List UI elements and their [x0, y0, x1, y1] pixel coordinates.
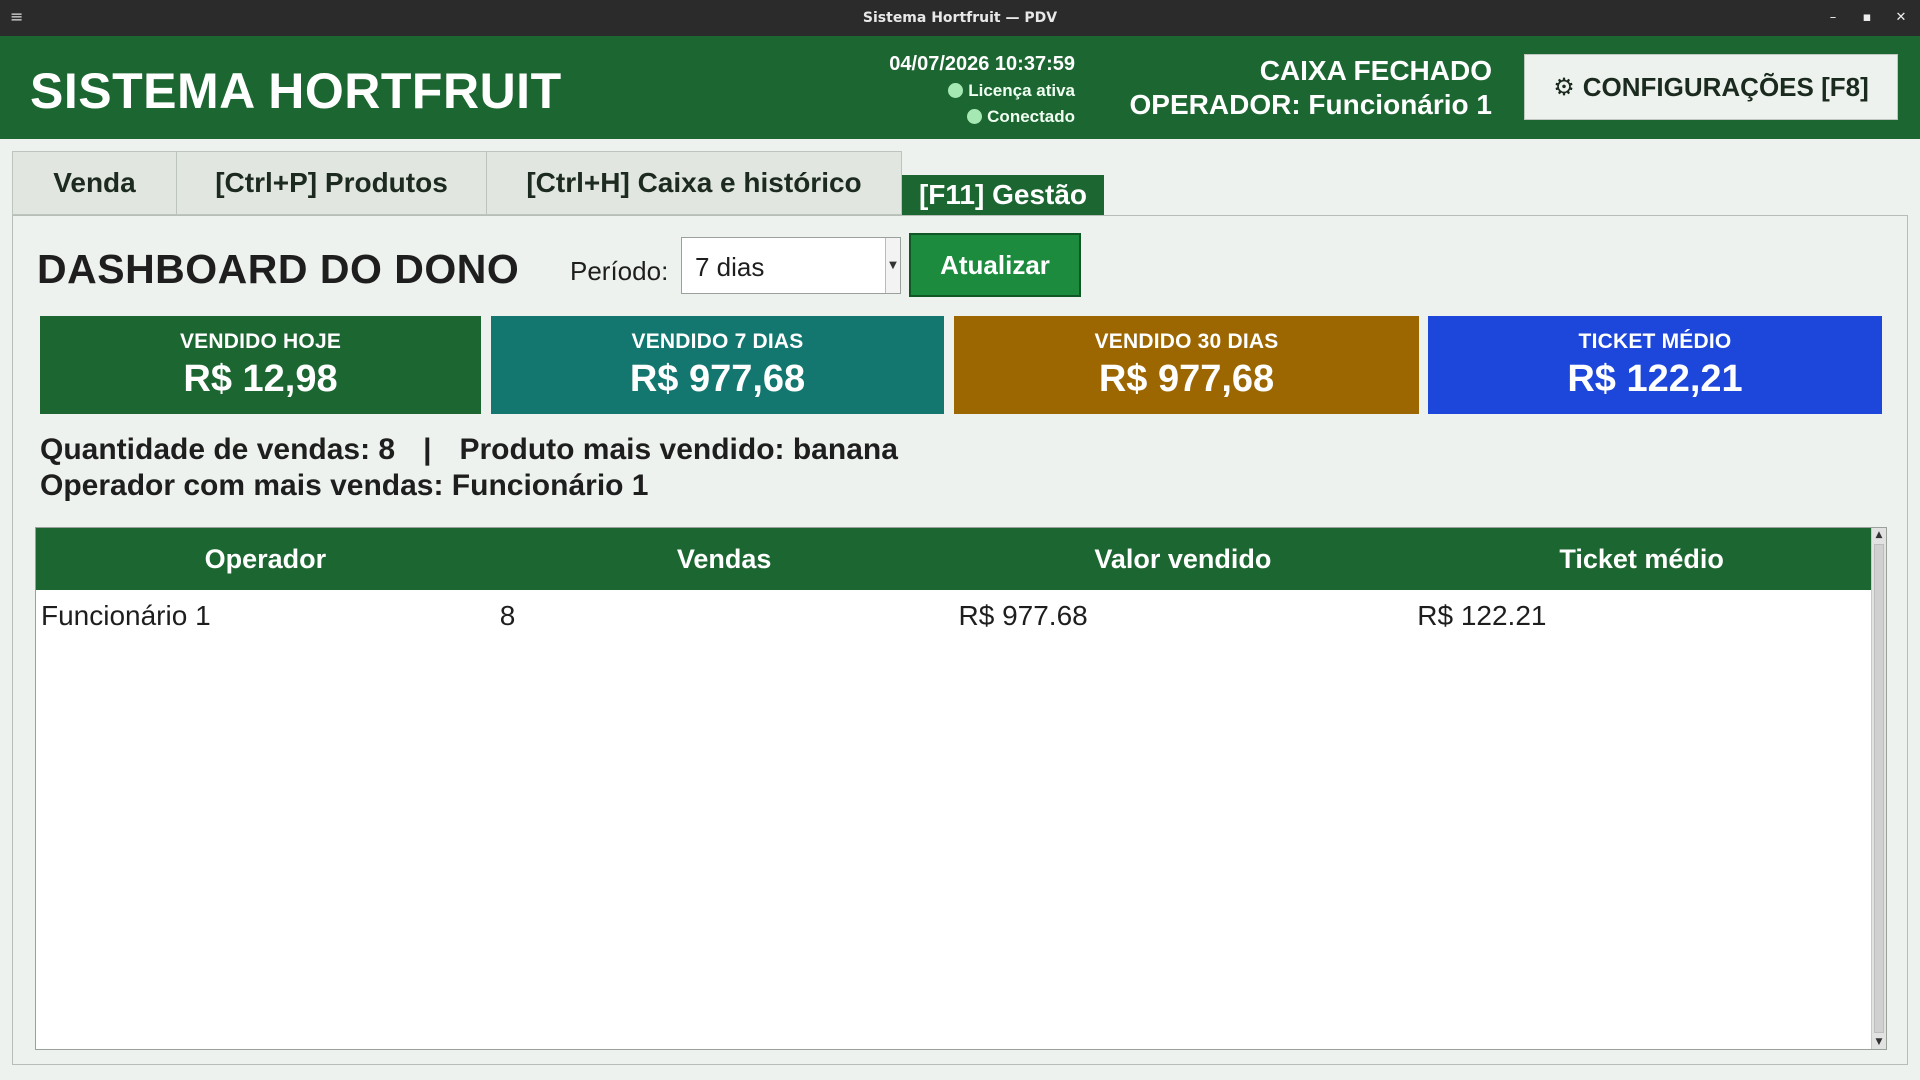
license-status-text: Licença ativa: [968, 81, 1075, 100]
summary-block: Quantidade de vendas: 8 | Produto mais ven…: [40, 432, 898, 504]
table-cell: 8: [499, 600, 516, 631]
operator-label: OPERADOR: Funcionário 1: [1129, 89, 1492, 120]
scrollbar-thumb[interactable]: [1874, 544, 1884, 1033]
column-header-valor-vendido[interactable]: Valor vendido: [954, 528, 1413, 590]
card-value: R$ 977,68: [1098, 358, 1275, 400]
tab-caixa-historico[interactable]: [Ctrl+H] Caixa e histórico: [486, 151, 902, 215]
datetime: 04/07/2026 10:37:59: [889, 53, 1075, 75]
period-select[interactable]: 7 dias ▼: [681, 237, 901, 294]
cash-status: CAIXA FECHADO: [1259, 55, 1492, 86]
update-button[interactable]: Atualizar: [909, 233, 1081, 297]
card-average-ticket: TICKET MÉDIO R$ 122,21: [1428, 316, 1882, 414]
summary-separator: |: [423, 433, 432, 466]
close-icon[interactable]: ✕: [1889, 6, 1913, 30]
settings-button-label: CONFIGURAÇÕES [F8]: [1582, 71, 1869, 102]
license-indicator-icon: [948, 83, 964, 98]
table-header: Operador Vendas Valor vendido Ticket méd…: [36, 528, 1871, 590]
app-header: SISTEMA HORTFRUIT 04/07/2026 10:37:59 Li…: [0, 36, 1920, 139]
maximize-icon[interactable]: ▪: [1855, 6, 1879, 30]
scroll-up-icon[interactable]: ▲: [1872, 528, 1886, 542]
card-label: VENDIDO 7 DIAS: [631, 330, 804, 353]
app-title: SISTEMA HORTFRUIT: [30, 63, 562, 119]
connection-status: Conectado: [889, 104, 1075, 130]
app-window: SISTEMA HORTFRUIT 04/07/2026 10:37:59 Li…: [0, 36, 1920, 1080]
gear-icon: ⚙: [1553, 73, 1575, 101]
scroll-down-icon[interactable]: ▼: [1872, 1035, 1886, 1049]
card-label: VENDIDO HOJE: [179, 330, 342, 353]
top-product: Produto mais vendido: banana: [459, 433, 898, 466]
tab-venda[interactable]: Venda: [12, 151, 177, 215]
settings-button[interactable]: ⚙ CONFIGURAÇÕES [F8]: [1524, 54, 1898, 120]
card-sold-7-days: VENDIDO 7 DIAS R$ 977,68: [491, 316, 944, 414]
summary-line-1: Quantidade de vendas: 8 | Produto mais ven…: [40, 432, 898, 468]
card-value: R$ 977,68: [629, 358, 806, 400]
window-title: Sistema Hortfruit — PDV: [862, 10, 1058, 26]
column-header-operador[interactable]: Operador: [36, 528, 495, 590]
operators-table: Operador Vendas Valor vendido Ticket méd…: [35, 527, 1887, 1050]
connection-status-text: Conectado: [987, 107, 1075, 126]
column-header-ticket-medio[interactable]: Ticket médio: [1412, 528, 1871, 590]
chevron-down-icon[interactable]: ▼: [885, 238, 900, 293]
period-select-value: 7 dias: [695, 252, 765, 282]
column-header-vendas[interactable]: Vendas: [495, 528, 954, 590]
license-status: Licença ativa: [889, 78, 1075, 104]
period-label: Período:: [570, 256, 669, 286]
card-sold-30-days: VENDIDO 30 DIAS R$ 977,68: [954, 316, 1419, 414]
window-titlebar: ≡ Sistema Hortfruit — PDV – ▪ ✕: [0, 0, 1920, 36]
dashboard-panel: DASHBOARD DO DONO Período: 7 dias ▼ Atua…: [12, 215, 1908, 1065]
table-cell: R$ 977.68: [958, 600, 1088, 631]
table-scrollbar[interactable]: ▲ ▼: [1871, 528, 1886, 1049]
card-value: R$ 12,98: [183, 358, 338, 400]
card-sold-today: VENDIDO HOJE R$ 12,98: [40, 316, 481, 414]
tab-gestao[interactable]: [F11] Gestão: [902, 175, 1104, 215]
page-title: DASHBOARD DO DONO: [37, 246, 520, 292]
minimize-icon[interactable]: –: [1821, 6, 1845, 30]
table-row[interactable]: Funcionário 1 8 R$ 977.68 R$ 122.21: [36, 590, 1871, 642]
status-block: 04/07/2026 10:37:59 Licença ativa Conect…: [889, 50, 1075, 130]
table-cell: Funcionário 1: [41, 600, 211, 631]
top-operator: Operador com mais vendas: Funcionário 1: [40, 469, 649, 502]
card-label: VENDIDO 30 DIAS: [1094, 330, 1279, 353]
card-label: TICKET MÉDIO: [1578, 330, 1732, 353]
tab-produtos[interactable]: [Ctrl+P] Produtos: [176, 151, 487, 215]
sales-count: Quantidade de vendas: 8: [40, 433, 396, 466]
table-cell: R$ 122.21: [1417, 600, 1547, 631]
cash-operator-block: CAIXA FECHADO OPERADOR: Funcionário 1: [1130, 54, 1492, 122]
card-value: R$ 122,21: [1567, 358, 1743, 400]
connection-indicator-icon: [967, 109, 983, 124]
